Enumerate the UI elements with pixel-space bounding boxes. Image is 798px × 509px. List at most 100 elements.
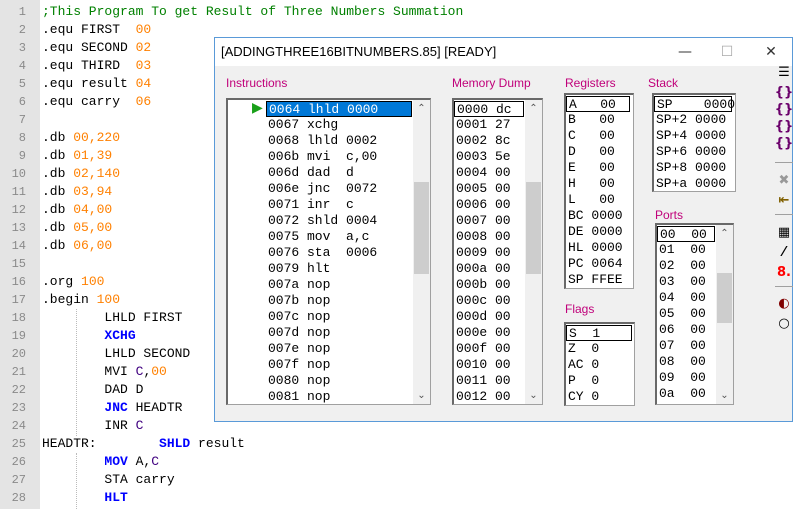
stack-row[interactable]: SP+4 0000 <box>654 128 732 144</box>
scroll-down-button[interactable]: ⌄ <box>413 387 430 404</box>
instructions-row[interactable]: 0068 lhld 0002 <box>266 133 412 149</box>
ports-row[interactable]: 0a 00 <box>657 386 715 402</box>
ports-list[interactable]: 00 00 01 00 02 00 03 00 04 00 05 00 06 00 07 00… <box>655 223 734 405</box>
ports-row[interactable]: 05 00 <box>657 306 715 322</box>
registers-row[interactable]: A 00 <box>566 96 630 112</box>
instructions-row[interactable]: 006b mvi c,00 <box>266 149 412 165</box>
code-line[interactable]: .db 05,00 <box>42 219 112 237</box>
ports-row[interactable]: 08 00 <box>657 354 715 370</box>
flags-list[interactable]: S 1Z 0 AC 0P 0 CY 0 <box>564 322 635 406</box>
code-line[interactable]: .org 100 <box>42 273 104 291</box>
memory-row[interactable]: 0008 00 <box>454 229 524 245</box>
code-line[interactable]: MVI C,00 <box>42 363 166 381</box>
stack-list[interactable]: SP 0000 SP+2 0000 SP+4 0000 SP+6 0000 SP+8 0… <box>652 93 736 192</box>
instructions-list[interactable]: 0064 lhld 0000 0067 xchg 0068 lhld 0002 006… <box>226 98 431 405</box>
code-line[interactable]: .db 04,00 <box>42 201 112 219</box>
code-line[interactable]: .equ result 04 <box>42 75 151 93</box>
ports-row[interactable]: 03 00 <box>657 274 715 290</box>
code-line[interactable]: .equ SECOND 02 <box>42 39 151 57</box>
code-line[interactable]: HLT <box>42 489 127 507</box>
step-over-icon[interactable]: {} <box>773 101 795 119</box>
memory-row[interactable]: 0000 dc <box>454 101 524 117</box>
instructions-row[interactable]: 0067 xchg <box>266 117 412 133</box>
scroll-thumb[interactable] <box>526 182 541 274</box>
code-line[interactable]: INR C <box>42 417 143 435</box>
memory-row[interactable]: 0004 00 <box>454 165 524 181</box>
instructions-row[interactable]: 0079 hlt <box>266 261 412 277</box>
registers-row[interactable]: H 00 <box>566 176 630 192</box>
registers-row[interactable]: D 00 <box>566 144 630 160</box>
code-line[interactable]: .equ FIRST 00 <box>42 21 151 39</box>
code-line[interactable]: .db 00,220 <box>42 129 120 147</box>
ports-row[interactable]: 06 00 <box>657 322 715 338</box>
code-line[interactable]: XCHG <box>42 327 135 345</box>
ports-row[interactable]: 04 00 <box>657 290 715 306</box>
flags-row[interactable]: AC 0 <box>566 357 632 373</box>
instructions-row[interactable]: 0071 inr c <box>266 197 412 213</box>
memory-row[interactable]: 0003 5e <box>454 149 524 165</box>
instructions-scrollbar[interactable]: ⌃ ⌄ <box>413 100 430 404</box>
scroll-down-button[interactable]: ⌄ <box>525 387 542 404</box>
memory-row[interactable]: 000e 00 <box>454 325 524 341</box>
stop-icon[interactable]: ✖ <box>773 172 795 190</box>
code-line[interactable]: LHLD SECOND <box>42 345 190 363</box>
instructions-row[interactable]: 0081 nop <box>266 389 412 404</box>
scroll-up-button[interactable]: ⌃ <box>525 100 542 117</box>
instructions-row[interactable]: 007a nop <box>266 277 412 293</box>
instructions-row[interactable]: 006e jnc 0072 <box>266 181 412 197</box>
code-line[interactable]: .equ carry 06 <box>42 93 151 111</box>
ports-row[interactable]: 00 00 <box>657 226 715 242</box>
code-line[interactable]: ;This Program To get Result of Three Num… <box>42 3 463 21</box>
flags-row[interactable]: S 1 <box>566 325 632 341</box>
instructions-row[interactable]: 0064 lhld 0000 <box>266 101 412 117</box>
code-line[interactable]: .begin 100 <box>42 291 120 309</box>
instructions-row[interactable]: 007e nop <box>266 341 412 357</box>
code-line[interactable]: .db 06,00 <box>42 237 112 255</box>
instructions-row[interactable]: 007f nop <box>266 357 412 373</box>
code-line[interactable]: .db 02,140 <box>42 165 120 183</box>
step-into-icon[interactable]: {} <box>773 84 795 102</box>
circle-icon[interactable]: ○ <box>773 315 795 333</box>
instructions-row[interactable]: 007d nop <box>266 325 412 341</box>
memory-row[interactable]: 0012 00 <box>454 389 524 404</box>
memory-row[interactable]: 0005 00 <box>454 181 524 197</box>
close-button[interactable]: ✕ <box>751 40 791 64</box>
registers-row[interactable]: HL 0000 <box>566 240 630 256</box>
scroll-up-button[interactable]: ⌃ <box>716 225 733 242</box>
breakpoint-icon[interactable]: ◐ <box>773 295 795 313</box>
ports-row[interactable]: 09 00 <box>657 370 715 386</box>
registers-row[interactable]: BC 0000 <box>566 208 630 224</box>
load-icon[interactable]: ☰ <box>773 64 795 82</box>
scroll-down-button[interactable]: ⌄ <box>716 387 733 404</box>
registers-row[interactable]: PC 0064 <box>566 256 630 272</box>
registers-row[interactable]: E 00 <box>566 160 630 176</box>
code-line[interactable]: LHLD FIRST <box>42 309 182 327</box>
stack-row[interactable]: SP+a 0000 <box>654 176 732 191</box>
scroll-up-button[interactable]: ⌃ <box>413 100 430 117</box>
registers-list[interactable]: A 00 B 00 C 00 D 00 E 00 H 00 L 00 BC 0000 DE 00… <box>564 93 634 289</box>
memory-dump-list[interactable]: 0000 dc 0001 27 0002 8c 0003 5e 0004 00 0005 … <box>452 98 543 405</box>
stack-row[interactable]: SP 0000 <box>654 96 735 112</box>
memory-row[interactable]: 0001 27 <box>454 117 524 133</box>
instructions-row[interactable]: 0075 mov a,c <box>266 229 412 245</box>
code-line[interactable]: HEADTR: SHLD result <box>42 435 245 453</box>
stack-row[interactable]: SP+6 0000 <box>654 144 732 160</box>
ports-row[interactable]: 01 00 <box>657 242 715 258</box>
scroll-thumb[interactable] <box>414 182 429 274</box>
memory-row[interactable]: 000d 00 <box>454 309 524 325</box>
flags-row[interactable]: CY 0 <box>566 389 632 405</box>
memory-row[interactable]: 000b 00 <box>454 277 524 293</box>
instructions-row[interactable]: 006d dad d <box>266 165 412 181</box>
registers-row[interactable]: L 00 <box>566 192 630 208</box>
code-line[interactable]: STA carry <box>42 471 174 489</box>
seven-segment-icon[interactable]: 8. <box>773 264 795 282</box>
exit-icon[interactable]: ⇤ <box>773 192 795 210</box>
flags-row[interactable]: P 0 <box>566 373 632 389</box>
scroll-thumb[interactable] <box>717 273 732 323</box>
code-line[interactable]: MOV A,C <box>42 453 159 471</box>
memory-row[interactable]: 0011 00 <box>454 373 524 389</box>
memory-row[interactable]: 0007 00 <box>454 213 524 229</box>
code-line[interactable]: DAD D <box>42 381 143 399</box>
maximize-button[interactable]: ☐ <box>707 40 747 64</box>
flags-row[interactable]: Z 0 <box>566 341 632 357</box>
